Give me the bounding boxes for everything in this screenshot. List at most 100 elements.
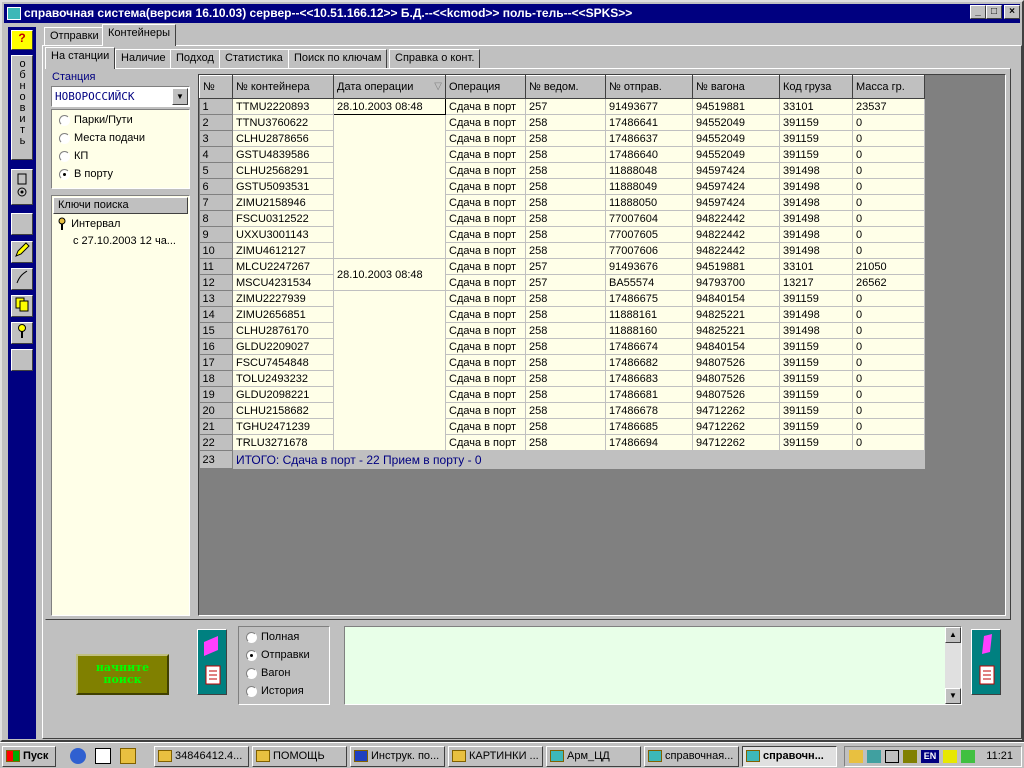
table-cell[interactable]: FSCU7454848 — [232, 354, 334, 371]
table-cell[interactable]: 258 — [525, 130, 606, 147]
table-cell[interactable]: Сдача в порт — [445, 258, 526, 275]
table-cell[interactable]: Сдача в порт — [445, 434, 526, 451]
cell-date[interactable] — [333, 114, 446, 259]
row-number[interactable]: 10 — [199, 242, 233, 259]
table-cell[interactable]: 11888048 — [605, 162, 693, 179]
table-cell[interactable]: 391159 — [779, 146, 853, 163]
textarea-scrollbar[interactable]: ▲ ▼ — [945, 627, 961, 704]
row-number[interactable]: 6 — [199, 178, 233, 195]
table-cell[interactable]: 0 — [852, 290, 925, 307]
table-row[interactable]: 19 GLDU2098221 Сдача в порт 258 17486681 9480… — [199, 386, 925, 403]
radio-istoriya[interactable]: История — [243, 684, 304, 700]
table-cell[interactable]: TOLU2493232 — [232, 370, 334, 387]
table-cell[interactable]: 0 — [852, 418, 925, 435]
edit-button[interactable] — [11, 241, 33, 263]
table-cell[interactable]: 0 — [852, 146, 925, 163]
table-row[interactable]: 21 TGHU2471239 Сдача в порт 258 17486685 9471… — [199, 418, 925, 435]
table-cell[interactable]: GLDU2098221 — [232, 386, 334, 403]
table-cell[interactable]: 391159 — [779, 370, 853, 387]
tray-icon-2[interactable] — [903, 750, 917, 763]
table-cell[interactable]: 11888160 — [605, 322, 693, 339]
table-cell[interactable]: 0 — [852, 386, 925, 403]
table-cell[interactable]: Сдача в порт — [445, 338, 526, 355]
maximize-button[interactable]: □ — [986, 5, 1002, 19]
table-cell[interactable]: CLHU2158682 — [232, 402, 334, 419]
table-cell[interactable]: 94822442 — [692, 226, 780, 243]
table-cell[interactable]: 94807526 — [692, 386, 780, 403]
table-cell[interactable]: 391159 — [779, 386, 853, 403]
row-number[interactable]: 17 — [199, 354, 233, 371]
table-cell[interactable]: GSTU4839586 — [232, 146, 334, 163]
search-key-item[interactable]: Интервал — [56, 217, 120, 231]
tab-poisk-po-klyucham[interactable]: Поиск по ключам — [288, 49, 388, 68]
row-number[interactable]: 11 — [199, 258, 233, 275]
table-cell[interactable]: 11888049 — [605, 178, 693, 195]
table-cell[interactable]: ZIMU2227939 — [232, 290, 334, 307]
table-cell[interactable]: Сдача в порт — [445, 114, 526, 131]
table-cell[interactable]: 94822442 — [692, 242, 780, 259]
table-cell[interactable]: Сдача в порт — [445, 194, 526, 211]
task-spravochnaya-1[interactable]: справочная... — [644, 746, 739, 767]
row-number[interactable]: 19 — [199, 386, 233, 403]
task-instruk[interactable]: Инструк. по... — [350, 746, 445, 767]
table-cell[interactable]: Сдача в порт — [445, 210, 526, 227]
table-cell[interactable]: 0 — [852, 306, 925, 323]
volume-icon[interactable] — [885, 750, 899, 763]
radio-mesta-podachi[interactable]: Места подачи — [56, 131, 145, 147]
table-cell[interactable]: Сдача в порт — [445, 306, 526, 323]
scroll-down-icon[interactable]: ▼ — [945, 688, 961, 704]
row-number[interactable]: 9 — [199, 226, 233, 243]
table-cell[interactable]: 94712262 — [692, 418, 780, 435]
table-cell[interactable]: 94519881 — [692, 98, 780, 115]
refresh-button[interactable]: обновить — [11, 55, 33, 160]
table-cell[interactable]: 0 — [852, 194, 925, 211]
table-cell[interactable]: 258 — [525, 114, 606, 131]
table-cell[interactable]: 17486640 — [605, 146, 693, 163]
table-cell[interactable]: 94552049 — [692, 130, 780, 147]
table-cell[interactable]: 0 — [852, 370, 925, 387]
table-cell[interactable]: Сдача в порт — [445, 418, 526, 435]
table-cell[interactable]: 94552049 — [692, 114, 780, 131]
table-cell[interactable]: 17486674 — [605, 338, 693, 355]
table-row[interactable]: 17 FSCU7454848 Сдача в порт 258 17486682 9480… — [199, 354, 925, 371]
table-row[interactable]: 11 MLCU2247267 28.10.2003 08:48 Сдача в пор… — [199, 258, 925, 291]
table-cell[interactable]: 77007606 — [605, 242, 693, 259]
tab-podkhod[interactable]: Подход — [170, 49, 220, 68]
table-cell[interactable]: 94807526 — [692, 354, 780, 371]
row-number[interactable]: 4 — [199, 146, 233, 163]
line-button[interactable] — [11, 268, 33, 290]
table-cell[interactable]: Сдача в порт — [445, 354, 526, 371]
table-cell[interactable]: 0 — [852, 354, 925, 371]
radio-v-portu[interactable]: В порту — [56, 167, 113, 183]
table-cell[interactable]: 0 — [852, 162, 925, 179]
row-number[interactable]: 12 — [199, 274, 233, 291]
table-cell[interactable]: Сдача в порт — [445, 322, 526, 339]
close-button[interactable]: × — [1004, 5, 1020, 19]
table-cell[interactable]: 0 — [852, 402, 925, 419]
table-cell[interactable]: 258 — [525, 226, 606, 243]
table-row[interactable]: 7 ZIMU2158946 Сдача в порт 258 11888050 94597… — [199, 194, 925, 211]
clock[interactable]: 11:21 — [986, 750, 1013, 762]
cell-date[interactable]: 28.10.2003 08:48 — [333, 98, 446, 115]
table-cell[interactable]: 258 — [525, 338, 606, 355]
task-kartinki[interactable]: КАРТИНКИ ... — [448, 746, 543, 767]
task-arm-cd[interactable]: Арм_ЦД — [546, 746, 641, 767]
tab-otpravki[interactable]: Отправки — [44, 27, 105, 46]
table-cell[interactable]: CLHU2568291 — [232, 162, 334, 179]
table-cell[interactable]: ZIMU4612127 — [232, 242, 334, 259]
radio-parki-puti[interactable]: Парки/Пути — [56, 113, 133, 129]
table-cell[interactable]: Сдача в порт — [445, 290, 526, 307]
table-cell[interactable]: BA55574 — [605, 274, 693, 291]
task-spravochnaya-active[interactable]: справочн... — [742, 746, 837, 767]
title-bar[interactable]: справочная система(версия 16.10.03) серв… — [4, 4, 1020, 23]
table-cell[interactable]: 94825221 — [692, 322, 780, 339]
table-cell[interactable]: GSTU5093531 — [232, 178, 334, 195]
table-cell[interactable]: 391498 — [779, 242, 853, 259]
table-cell[interactable]: 33101 — [779, 258, 853, 275]
table-cell[interactable]: FSCU0312522 — [232, 210, 334, 227]
chevron-down-icon[interactable]: ▼ — [172, 88, 188, 105]
table-cell[interactable]: 391498 — [779, 226, 853, 243]
column-header[interactable]: Операция — [445, 75, 526, 99]
blank-tool-button[interactable] — [11, 213, 33, 235]
table-cell[interactable]: 11888050 — [605, 194, 693, 211]
